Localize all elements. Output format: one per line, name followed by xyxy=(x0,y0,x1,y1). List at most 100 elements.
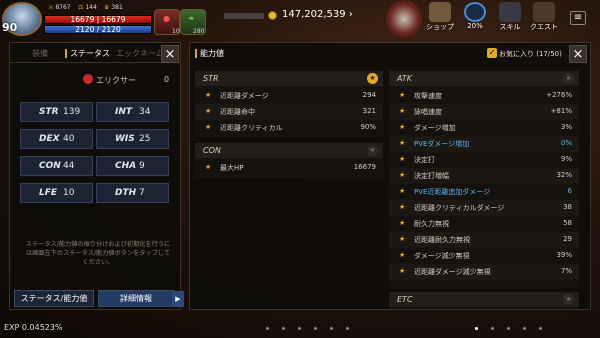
star-icon[interactable]: ★ xyxy=(563,294,574,305)
leaf-icon: ❧ xyxy=(188,14,195,23)
star-icon: ★ xyxy=(399,219,406,227)
star-icon[interactable]: ★ xyxy=(563,73,574,84)
ability-row: ★ ダメージ減少無視 39% xyxy=(389,248,579,264)
elixir-value: 0 xyxy=(164,75,170,84)
quest-icon xyxy=(533,2,555,22)
star-icon: ★ xyxy=(399,235,406,243)
star-icon: ★ xyxy=(205,91,212,99)
favorite-label: お気に入り (17/50) xyxy=(499,50,562,58)
favorite-checkbox[interactable]: ✓ xyxy=(487,48,497,58)
page-dot xyxy=(282,327,285,330)
con-header: CON ★ xyxy=(195,143,383,158)
scroll-count: 280 xyxy=(193,28,205,35)
close-ability-button[interactable]: × xyxy=(569,45,587,63)
star-icon: ★ xyxy=(399,107,406,115)
ability-value: 0% xyxy=(560,139,572,147)
star-icon: ★ xyxy=(399,267,406,275)
ability-row: ★ 近距離ダメージ 294 xyxy=(195,88,383,104)
page-dot xyxy=(507,327,510,330)
shop-label: ショップ xyxy=(426,23,454,31)
ability-value: 90% xyxy=(360,123,376,131)
page-dot xyxy=(523,327,526,330)
boss-portrait[interactable] xyxy=(386,0,422,38)
page-dot xyxy=(475,327,478,330)
star-icon[interactable]: ★ xyxy=(367,145,378,156)
ability-name: ダメージ増加 xyxy=(414,124,456,132)
status-help-note: ステータス/能力値の振り分けおよび初期化を行うには画面左下のステータス/能力値ボ… xyxy=(25,241,171,266)
stat-value: 34 xyxy=(139,107,151,117)
ability-value: 7% xyxy=(560,267,572,275)
gold-amount[interactable]: 147,202,539 › xyxy=(282,9,353,20)
hp-text: 16679 | 16679 xyxy=(70,15,126,24)
gold-coin-icon xyxy=(268,11,277,20)
stat-value: 40 xyxy=(63,134,75,144)
ability-value: 29 xyxy=(563,235,572,243)
progress-button[interactable]: 20% xyxy=(455,2,495,36)
page-dot xyxy=(266,327,269,330)
ability-value: 38 xyxy=(563,203,572,211)
stat-key: DEX xyxy=(39,134,60,144)
ability-title: 能力値 xyxy=(195,49,224,58)
ability-row: ★ 近距離耐久力無視 29 xyxy=(389,232,579,248)
ability-value: 39% xyxy=(556,251,572,259)
stat-lfe: LFE 10 xyxy=(20,183,93,203)
elixir-icon xyxy=(83,74,93,84)
shop-button[interactable]: ショップ xyxy=(420,2,460,36)
progress-label: 20% xyxy=(467,22,483,30)
stat-value: 25 xyxy=(139,134,151,144)
con-section: CON ★ ★ 最大HP 16679 xyxy=(195,143,383,178)
elixir-label: エリクサー xyxy=(96,76,136,85)
star-icon: ★ xyxy=(399,187,406,195)
mp-bar: 2120 / 2120 xyxy=(44,25,152,34)
close-status-button[interactable]: × xyxy=(161,45,179,63)
status-panel: 装備 ステータス エックネーム × エリクサー 0 STR 139 INT 34… xyxy=(9,42,184,310)
stat-value: 7 xyxy=(139,188,145,198)
page-dot xyxy=(491,327,494,330)
ability-value: 6 xyxy=(567,187,572,195)
stat-dex: DEX 40 xyxy=(20,129,93,149)
chevron-right-icon: › xyxy=(348,9,353,20)
stat-value: 10 xyxy=(63,188,75,198)
attack-stat-small: ⚔ 8767 xyxy=(48,4,71,11)
shop-icon xyxy=(429,2,451,22)
stat-key: LFE xyxy=(39,188,58,198)
sword-icon: ⚔ xyxy=(48,4,54,11)
ability-row: ★ PVEダメージ増加 0% xyxy=(389,136,579,152)
ability-row: ★ 攻撃速度 +276% xyxy=(389,88,579,104)
ability-row: ★ 最大HP 16679 xyxy=(195,160,383,176)
atk-section: ATK ★ ★ 攻撃速度 +276% ★ 詠唱速度 +81% ★ ダメージ増加 … xyxy=(389,71,579,289)
tab-equipment[interactable]: 装備 xyxy=(32,48,48,59)
status-ability-button[interactable]: ステータス/能力値 xyxy=(14,290,94,307)
ability-row: ★ 近距離クリティカルダメージ 38 xyxy=(389,200,579,216)
ability-row: ★ 詠唱速度 +81% xyxy=(389,104,579,120)
quest-button[interactable]: クエスト xyxy=(524,2,564,36)
stat-key: STR xyxy=(39,107,59,117)
stat-dth: DTH 7 xyxy=(96,183,169,203)
ability-name: 近距離ダメージ減少無視 xyxy=(414,268,491,276)
ability-value: 16679 xyxy=(353,163,376,171)
weight-icon: ⚖ xyxy=(78,4,84,11)
quest-label: クエスト xyxy=(530,23,558,31)
small-mid-value: 144 xyxy=(85,4,97,11)
tab-status[interactable]: ステータス xyxy=(65,48,110,59)
ability-row: ★ 決定打増幅 32% xyxy=(389,168,579,184)
hamburger-menu-icon[interactable]: ≡ xyxy=(570,11,586,25)
top-hud: 90 ⚔ 8767 ⚖ 144 ♛ 381 16679 | 16679 2120… xyxy=(0,0,600,38)
etc-header: ETC ★ xyxy=(389,292,579,307)
potion-icon: ● xyxy=(163,14,170,23)
small-left-value: 8767 xyxy=(55,4,71,11)
star-icon[interactable]: ★ xyxy=(367,73,378,84)
page-dot xyxy=(314,327,317,330)
ability-value: 58 xyxy=(563,219,572,227)
stat-str: STR 139 xyxy=(20,102,93,122)
tab-nickname[interactable]: エックネーム xyxy=(116,48,164,59)
right-stat-small: ♛ 381 xyxy=(104,4,123,11)
ability-row: ★ 近距離命中 321 xyxy=(195,104,383,120)
etc-section: ETC ★ xyxy=(389,292,579,308)
ability-name: 攻撃速度 xyxy=(414,92,442,100)
character-level: 90 xyxy=(2,21,18,34)
con-title: CON xyxy=(203,146,221,155)
detail-info-button[interactable]: 詳細情報 xyxy=(98,290,184,307)
ability-name: 最大HP xyxy=(220,164,244,172)
ability-row: ★ 近距離クリティカル 90% xyxy=(195,120,383,136)
